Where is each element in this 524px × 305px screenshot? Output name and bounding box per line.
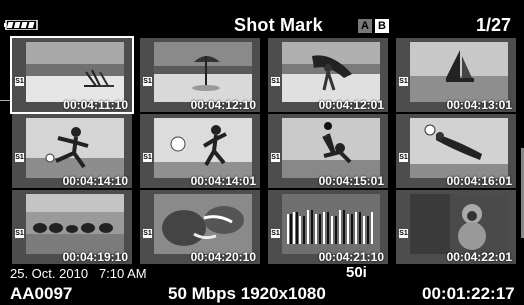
- bitrate-resolution: 50 Mbps 1920x1080: [168, 284, 326, 303]
- thumbnail-image-zebras: [282, 194, 380, 254]
- thumbnail-grid: S1 00:04:11:10 S1 00:04:12:10 S1 00:04:1…: [10, 36, 524, 266]
- clip-name: AA0097: [10, 284, 73, 303]
- shot-mark-icon: S1: [399, 229, 408, 238]
- timecode: 00:04:21:10: [318, 250, 384, 264]
- thumbnail-image-sailboat: [410, 42, 508, 102]
- shot-mark-icon: S1: [143, 77, 152, 86]
- page-indicator: 1/27: [476, 15, 512, 35]
- thumbnail[interactable]: S1 00:04:12:01: [268, 38, 388, 112]
- slot-b-badge: B: [375, 19, 389, 33]
- thumbnail-image-beach-umbrella: [154, 42, 252, 102]
- recording-datetime: 25. Oct. 2010 7:10 AM: [10, 266, 147, 281]
- shot-mark-icon: S1: [15, 153, 24, 162]
- thumbnail[interactable]: S1 00:04:14:01: [140, 114, 260, 188]
- timecode: 00:04:12:10: [190, 98, 256, 112]
- shot-mark-icon: S1: [271, 77, 280, 86]
- shot-mark-icon: S1: [271, 153, 280, 162]
- thumbnail-image-elephants: [154, 194, 252, 254]
- recording-time: 7:10 AM: [98, 266, 147, 281]
- timecode: 00:04:14:10: [62, 174, 128, 188]
- footer-clip-row: AA0097 50 Mbps 1920x1080 00:01:22:17: [10, 284, 524, 304]
- footer-info-row: 25. Oct. 2010 7:10 AM 50i: [10, 264, 520, 282]
- timecode: 00:04:13:01: [446, 98, 512, 112]
- thumbnail[interactable]: S1 00:04:12:10: [140, 38, 260, 112]
- thumbnail-image-bicycle-kick: [282, 118, 380, 178]
- shot-mark-icon: S1: [271, 229, 280, 238]
- thumbnail-image-goalkeeper: [410, 118, 508, 178]
- shot-mark-icon: S1: [143, 153, 152, 162]
- thumbnail[interactable]: S1 00:04:11:10: [10, 36, 134, 114]
- thumbnail[interactable]: S1 00:04:22:01: [396, 190, 516, 264]
- shot-mark-icon: S1: [15, 229, 24, 238]
- shot-mark-icon: S1: [399, 153, 408, 162]
- thumbnail[interactable]: S1 00:04:13:01: [396, 38, 516, 112]
- battery-full-icon: [4, 20, 38, 30]
- thumbnail-image-soccer-kick: [26, 118, 124, 178]
- shot-mark-icon: S1: [143, 229, 152, 238]
- thumbnail-image-soccer-player: [154, 118, 252, 178]
- timecode: 00:04:19:10: [62, 250, 128, 264]
- clip-duration: 00:01:22:17: [422, 284, 515, 303]
- thumbnail-image-surfer: [282, 42, 380, 102]
- thumbnail[interactable]: S1 00:04:20:10: [140, 190, 260, 264]
- top-bar: Shot Mark A B 1/27: [0, 0, 524, 38]
- shot-mark-icon: S1: [399, 77, 408, 86]
- thumbnail[interactable]: S1 00:04:19:10: [12, 190, 132, 264]
- thumbnail[interactable]: S1 00:04:14:10: [12, 114, 132, 188]
- timecode: 00:04:14:01: [190, 174, 256, 188]
- timecode: 00:04:11:10: [63, 98, 128, 112]
- timecode: 00:04:22:01: [446, 250, 512, 264]
- thumbnail-image-beach-chairs: [26, 42, 124, 102]
- frame-rate: 50i: [346, 264, 367, 281]
- timecode: 00:04:15:01: [318, 174, 384, 188]
- timecode: 00:04:16:01: [446, 174, 512, 188]
- recording-date: 25. Oct. 2010: [10, 266, 89, 281]
- thumbnail[interactable]: S1 00:04:16:01: [396, 114, 516, 188]
- shot-mark-icon: S1: [15, 77, 24, 86]
- thumbnail-image-monkey: [410, 194, 508, 254]
- thumbnail[interactable]: S1 00:04:15:01: [268, 114, 388, 188]
- timecode: 00:04:20:10: [190, 250, 256, 264]
- screen-title: Shot Mark: [234, 15, 323, 35]
- thumbnail[interactable]: S1 00:04:21:10: [268, 190, 388, 264]
- timecode: 00:04:12:01: [318, 98, 384, 112]
- slot-a-badge: A: [358, 19, 372, 33]
- thumbnail-image-elephant-herd: [26, 194, 124, 254]
